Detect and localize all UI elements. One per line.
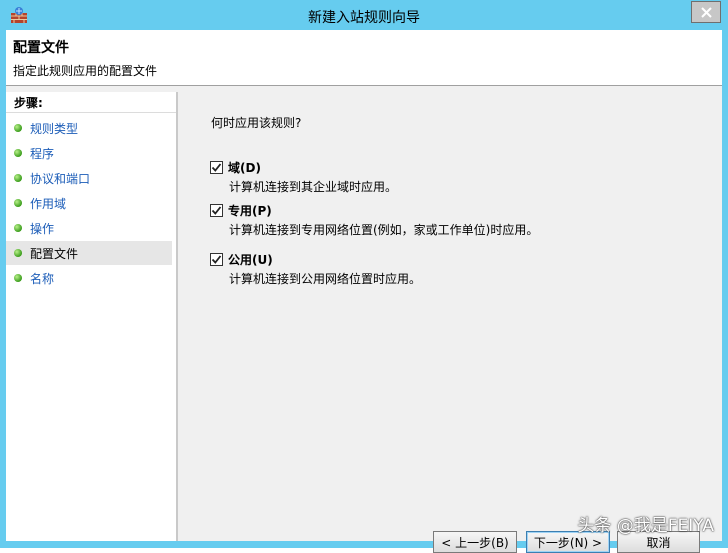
sidebar-item-label: 协议和端口 (30, 171, 91, 186)
step-dot-icon (14, 199, 22, 207)
question-label: 何时应用该规则? (211, 116, 302, 130)
domain-checkbox[interactable] (210, 160, 223, 174)
title-bar[interactable]: 新建入站规则向导 (0, 0, 728, 30)
option-private: 专用(P) 计算机连接到专用网络位置(例如，家或工作单位)时应用。 (210, 202, 538, 238)
public-checkbox[interactable] (210, 252, 223, 266)
sidebar-item-profile[interactable]: 配置文件 (6, 241, 172, 265)
close-button[interactable] (691, 1, 721, 23)
step-dot-icon (14, 174, 22, 182)
sidebar-item-label: 配置文件 (30, 246, 79, 261)
sidebar-item-label: 操作 (30, 221, 55, 236)
sidebar-item-label: 规则类型 (30, 121, 79, 136)
private-label[interactable]: 专用(P) (228, 202, 272, 219)
back-button[interactable]: < 上一步(B) (433, 531, 517, 553)
sidebar-item-name[interactable]: 名称 (6, 266, 172, 290)
public-label[interactable]: 公用(U) (228, 251, 273, 268)
sidebar-item-action[interactable]: 操作 (6, 216, 172, 240)
checkmark-icon (211, 205, 222, 215)
option-domain: 域(D) 计算机连接到其企业域时应用。 (210, 159, 397, 195)
sidebar-item-scope[interactable]: 作用域 (6, 191, 172, 215)
window-title: 新建入站规则向导 (308, 10, 420, 26)
steps-divider (6, 112, 176, 113)
sidebar-item-rule-type[interactable]: 规则类型 (6, 116, 172, 140)
sidebar-item-program[interactable]: 程序 (6, 141, 172, 165)
watermark: 头条 @我是FEIYA (577, 516, 714, 536)
checkmark-icon (211, 162, 222, 172)
steps-title: 步骤: (14, 96, 43, 110)
steps-sidebar: 步骤: 规则类型 程序 协议和端口 作用域 操作 配置文件 名称 (6, 92, 176, 541)
step-dot-icon (14, 149, 22, 157)
step-dot-icon (14, 224, 22, 232)
private-description: 计算机连接到专用网络位置(例如，家或工作单位)时应用。 (229, 223, 539, 237)
sidebar-item-label: 名称 (30, 271, 55, 286)
wizard-window: 新建入站规则向导 配置文件 指定此规则应用的配置文件 步骤: 规则类型 程序 协… (0, 0, 728, 553)
sidebar-item-protocol-ports[interactable]: 协议和端口 (6, 166, 172, 190)
page-subtitle: 指定此规则应用的配置文件 (13, 64, 158, 78)
option-public: 公用(U) 计算机连接到公用网络位置时应用。 (210, 251, 421, 287)
domain-label[interactable]: 域(D) (228, 159, 261, 176)
close-icon (700, 6, 712, 18)
main-panel: 何时应用该规则? 域(D) 计算机连接到其企业域时应用。 专用(P) 计算机连接… (178, 92, 722, 553)
checkmark-icon (211, 254, 222, 264)
wizard-header: 配置文件 指定此规则应用的配置文件 (6, 30, 722, 86)
step-dot-icon (14, 124, 22, 132)
step-dot-icon (14, 274, 22, 282)
page-title: 配置文件 (13, 40, 69, 56)
step-dot-icon (14, 249, 22, 257)
private-checkbox[interactable] (210, 203, 223, 217)
domain-description: 计算机连接到其企业域时应用。 (229, 180, 398, 194)
public-description: 计算机连接到公用网络位置时应用。 (229, 272, 422, 286)
sidebar-item-label: 作用域 (30, 196, 67, 211)
wizard-client: 配置文件 指定此规则应用的配置文件 步骤: 规则类型 程序 协议和端口 作用域 (6, 30, 722, 553)
sidebar-item-label: 程序 (30, 146, 55, 161)
